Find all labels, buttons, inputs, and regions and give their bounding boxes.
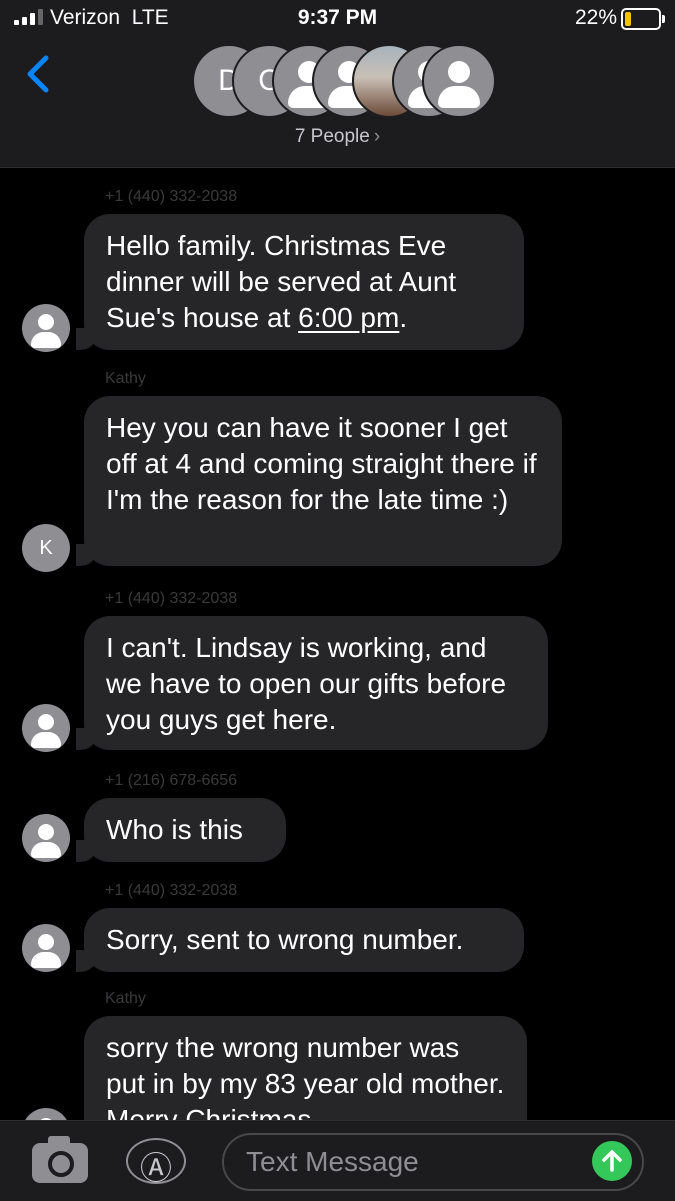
app-store-icon[interactable]: Ⓐ: [126, 1138, 186, 1186]
chevron-right-icon: ›: [373, 126, 381, 147]
avatar-placeholder: [422, 44, 496, 118]
message-bubble[interactable]: Hey you can have it sooner I get off at …: [66, 396, 562, 566]
back-button[interactable]: [20, 52, 60, 96]
date-time-link[interactable]: 6:00 pm: [298, 302, 399, 333]
group-avatars[interactable]: D C: [192, 44, 496, 118]
contact-avatar[interactable]: [22, 304, 70, 352]
contact-avatar[interactable]: [22, 814, 70, 862]
contact-avatar[interactable]: [22, 1108, 70, 1120]
send-button[interactable]: [592, 1141, 632, 1181]
people-count-link[interactable]: 7 People ›: [0, 126, 675, 148]
send-arrow-icon: [602, 1150, 622, 1172]
compose-bar: Ⓐ Text Message: [0, 1120, 675, 1201]
message-placeholder: Text Message: [246, 1146, 419, 1177]
chevron-left-icon: [27, 55, 49, 93]
message-input[interactable]: Text Message: [222, 1133, 644, 1191]
message-thread[interactable]: +1 (440) 332-2038 Hello family. Christma…: [0, 168, 675, 1120]
contact-avatar-k[interactable]: K: [22, 524, 70, 572]
clock: 9:37 PM: [297, 6, 378, 29]
battery-percent: 22%: [574, 6, 617, 29]
status-bar: Verizon LTE 9:37 PM 22%: [0, 0, 675, 38]
sender-label: Kathy: [105, 370, 146, 387]
sender-label: +1 (440) 332-2038: [105, 590, 238, 607]
message-bubble[interactable]: sorry the wrong number was put in by my …: [84, 1016, 527, 1120]
camera-icon[interactable]: [32, 1136, 88, 1183]
sender-label: +1 (440) 332-2038: [105, 188, 238, 205]
sender-label: Kathy: [105, 990, 146, 1007]
message-bubble[interactable]: Hello family. Christmas Eve dinner will …: [66, 214, 524, 350]
contact-avatar[interactable]: [22, 704, 70, 752]
message-bubble[interactable]: Who is this: [66, 798, 286, 862]
message-bubble[interactable]: I can't. Lindsay is working, and we have…: [66, 616, 548, 750]
contact-avatar[interactable]: [22, 924, 70, 972]
battery-icon: [621, 8, 665, 30]
sender-label: +1 (440) 332-2038: [105, 882, 238, 899]
sender-label: +1 (216) 678-6656: [105, 772, 238, 789]
message-bubble[interactable]: Sorry, sent to wrong number.: [66, 908, 524, 972]
